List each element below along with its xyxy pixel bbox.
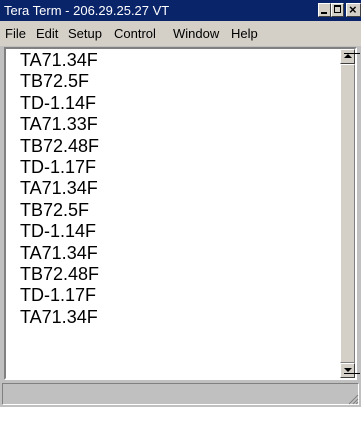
close-icon: ×: [349, 2, 357, 17]
scroll-up-button[interactable]: [340, 49, 360, 64]
menu-window[interactable]: Window: [173, 26, 219, 42]
resize-grip-icon[interactable]: [347, 393, 359, 405]
terminal-line: TA71.34F: [20, 178, 98, 199]
scroll-down-button[interactable]: [340, 363, 360, 378]
maximize-icon: [334, 5, 341, 13]
close-button[interactable]: ×: [346, 2, 361, 17]
maximize-button[interactable]: [331, 3, 344, 17]
title-bar[interactable]: Tera Term - 206.29.25.27 VT ×: [0, 0, 361, 21]
terminal-output[interactable]: TA71.34F TB72.5F TD-1.14F TA71.33F TB72.…: [6, 49, 340, 378]
terminal-pane[interactable]: TA71.34F TB72.5F TD-1.14F TA71.33F TB72.…: [4, 47, 360, 380]
terminal-lines: TA71.34F TB72.5F TD-1.14F TA71.33F TB72.…: [20, 50, 99, 328]
menu-file[interactable]: File: [5, 26, 26, 42]
vertical-scrollbar[interactable]: [340, 49, 360, 378]
scroll-down-bar: [344, 373, 360, 374]
terminal-line: TD-1.14F: [20, 92, 97, 113]
tera-term-window: Tera Term - 206.29.25.27 VT × File Edit …: [0, 0, 361, 407]
terminal-line: TD-1.17F: [20, 285, 97, 306]
terminal-line: TD-1.17F: [20, 157, 97, 178]
terminal-line: TA71.34F: [20, 50, 98, 70]
scroll-up-arrow-icon: [344, 54, 352, 58]
minimize-icon: [321, 12, 327, 14]
terminal-line: TB72.48F: [20, 135, 100, 156]
menu-help[interactable]: Help: [231, 26, 258, 42]
menu-bar: File Edit Setup Control Window Help: [0, 21, 361, 46]
terminal-line: TB72.48F: [20, 264, 100, 285]
menu-edit[interactable]: Edit: [36, 26, 58, 42]
terminal-line: TB72.5F: [20, 199, 90, 220]
menu-setup[interactable]: Setup: [68, 26, 102, 42]
terminal-line: TB72.5F: [20, 71, 90, 92]
minimize-button[interactable]: [318, 3, 331, 17]
window-title: Tera Term - 206.29.25.27 VT: [4, 3, 170, 18]
terminal-line: TA71.34F: [20, 306, 98, 327]
menu-control[interactable]: Control: [114, 26, 156, 42]
scrollbar-thumb[interactable]: [340, 64, 355, 363]
status-bar: [0, 381, 361, 407]
status-panel: [2, 383, 359, 405]
terminal-line: TA71.33F: [20, 114, 98, 135]
terminal-line: TD-1.14F: [20, 221, 97, 242]
terminal-line: TA71.34F: [20, 242, 98, 263]
scroll-down-arrow-icon: [344, 368, 352, 372]
